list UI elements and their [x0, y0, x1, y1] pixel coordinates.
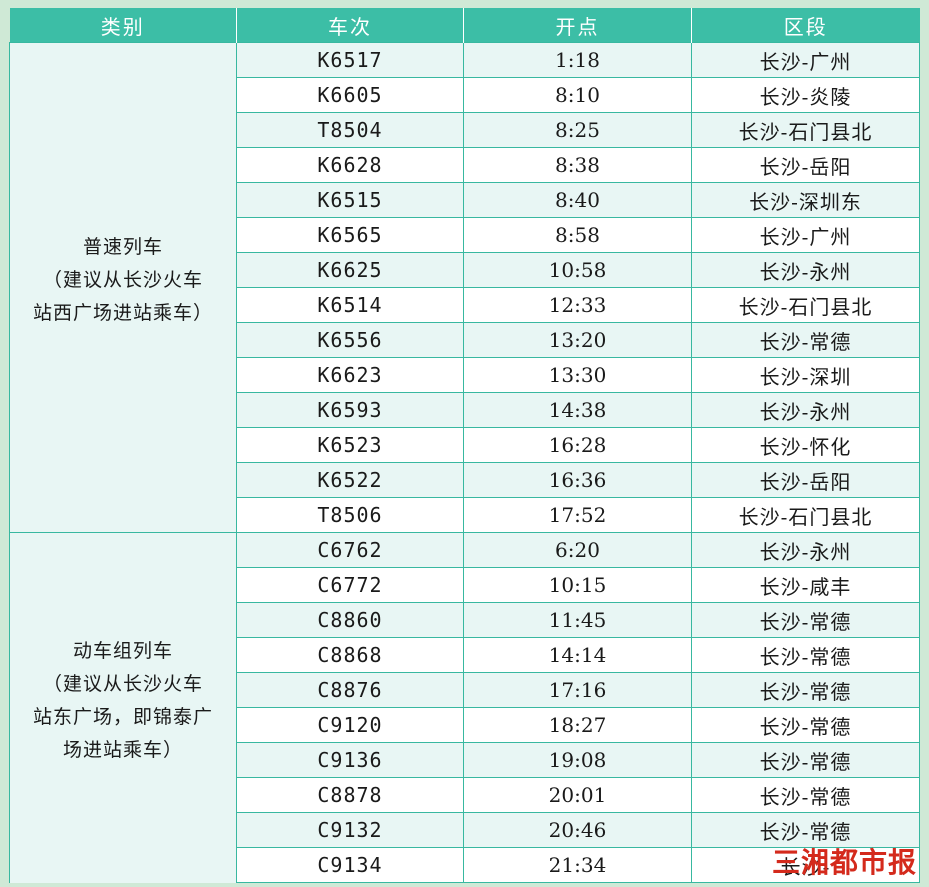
route-cell: 长沙-常德: [691, 707, 920, 743]
train-number-cell: C8868: [236, 637, 464, 673]
train-number-cell: T8504: [236, 112, 464, 148]
train-number-cell: C8876: [236, 672, 464, 708]
newspaper-watermark: 三湘都市报: [771, 846, 917, 879]
train-number-cell: C9132: [236, 812, 464, 848]
departure-time-cell: 8:40: [463, 182, 692, 218]
train-number-cell: K6514: [236, 287, 464, 323]
route-cell: 长沙-石门县北: [691, 497, 920, 533]
departure-time-cell: 10:58: [463, 252, 692, 288]
train-number-cell: K6625: [236, 252, 464, 288]
departure-time-cell: 12:33: [463, 287, 692, 323]
route-cell: 长沙-石门县北: [691, 287, 920, 323]
departure-time-cell: 16:36: [463, 462, 692, 498]
table-row: 普速列车 （建议从长沙火车 站西广场进站乘车） K6517 1:18 长沙-广州: [9, 42, 920, 533]
departure-time-cell: 16:28: [463, 427, 692, 463]
route-cell: 长沙-怀化: [691, 427, 920, 463]
header-train-number: 车次: [236, 8, 464, 43]
category-cell: 动车组列车 （建议从长沙火车 站东广场，即锦泰广 场进站乘车）: [9, 532, 237, 883]
train-number-cell: K6565: [236, 217, 464, 253]
departure-time-cell: 6:20: [463, 532, 692, 568]
category-line: 普速列车: [82, 236, 163, 258]
route-cell: 长沙-广州: [691, 217, 920, 253]
category-line: 站东广场，即锦泰广: [32, 705, 213, 728]
header-route: 区段: [691, 8, 920, 43]
departure-time-cell: 11:45: [463, 602, 692, 638]
route-cell: 长沙-炎陵: [691, 77, 920, 113]
departure-time-cell: 18:27: [463, 707, 692, 743]
departure-time-cell: 19:08: [463, 742, 692, 778]
route-cell: 长沙-岳阳: [691, 462, 920, 498]
departure-time-cell: 8:10: [463, 77, 692, 113]
train-number-cell: K6605: [236, 77, 464, 113]
table-body: 普速列车 （建议从长沙火车 站西广场进站乘车） K6517 1:18 长沙-广州 K6605…: [9, 42, 920, 883]
table-row: 动车组列车 （建议从长沙火车 站东广场，即锦泰广 场进站乘车） C6762 6:20 长沙-…: [9, 532, 920, 883]
route-cell: 长沙-深圳: [691, 357, 920, 393]
route-cell: 长沙-常德: [691, 637, 920, 673]
departure-time-cell: 13:20: [463, 322, 692, 358]
train-number-cell: C6762: [236, 532, 464, 568]
departure-time-cell: 21:34: [463, 847, 692, 883]
header-row: 类别 车次 开点 区段: [9, 8, 920, 43]
departure-time-cell: 14:14: [463, 637, 692, 673]
train-number-cell: C8878: [236, 777, 464, 813]
train-number-cell: K6515: [236, 182, 464, 218]
category-line: 场进站乘车）: [62, 738, 183, 761]
route-cell: 长沙-广州: [691, 42, 920, 78]
category-line: 站西广场进站乘车）: [32, 302, 213, 324]
departure-time-cell: 14:38: [463, 392, 692, 428]
route-cell: 长沙-常德: [691, 777, 920, 813]
departure-time-cell: 8:25: [463, 112, 692, 148]
departure-time-cell: 8:58: [463, 217, 692, 253]
departure-time-cell: 17:16: [463, 672, 692, 708]
train-number-cell: K6522: [236, 462, 464, 498]
route-cell: 长沙-咸丰: [691, 567, 920, 603]
route-cell: 长沙-永州: [691, 532, 920, 568]
category-line: （建议从长沙火车: [42, 672, 203, 695]
route-cell: 长沙-深圳东: [691, 182, 920, 218]
train-number-cell: T8506: [236, 497, 464, 533]
route-cell: 长沙-常德: [691, 742, 920, 778]
train-number-cell: C8860: [236, 602, 464, 638]
departure-time-cell: 17:52: [463, 497, 692, 533]
train-schedule-table: 类别 车次 开点 区段 普速列车 （建议从长沙火车 站西广场进站乘车） K6517 1:…: [9, 8, 920, 883]
category-line: （建议从长沙火车: [42, 269, 203, 291]
route-cell: 长沙-岳阳: [691, 147, 920, 183]
departure-time-cell: 8:38: [463, 147, 692, 183]
train-number-cell: C9136: [236, 742, 464, 778]
departure-time-cell: 10:15: [463, 567, 692, 603]
route-cell: 长沙-永州: [691, 252, 920, 288]
departure-time-cell: 20:46: [463, 812, 692, 848]
train-number-cell: K6623: [236, 357, 464, 393]
departure-time-cell: 20:01: [463, 777, 692, 813]
header-category: 类别: [9, 8, 237, 43]
train-number-cell: C9134: [236, 847, 464, 883]
category-cell: 普速列车 （建议从长沙火车 站西广场进站乘车）: [9, 42, 237, 533]
departure-time-cell: 1:18: [463, 42, 692, 78]
train-number-cell: K6628: [236, 147, 464, 183]
header-departure-time: 开点: [463, 8, 692, 43]
route-cell: 长沙-常德: [691, 322, 920, 358]
train-number-cell: K6556: [236, 322, 464, 358]
train-number-cell: C6772: [236, 567, 464, 603]
table-header: 类别 车次 开点 区段: [9, 8, 920, 43]
train-number-cell: K6523: [236, 427, 464, 463]
train-number-cell: K6593: [236, 392, 464, 428]
route-cell: 长沙-永州: [691, 392, 920, 428]
route-cell: 长沙-常德: [691, 602, 920, 638]
departure-time-cell: 13:30: [463, 357, 692, 393]
train-number-cell: C9120: [236, 707, 464, 743]
route-cell: 长沙-石门县北: [691, 112, 920, 148]
train-number-cell: K6517: [236, 42, 464, 78]
route-cell: 长沙-常德: [691, 672, 920, 708]
category-line: 动车组列车: [72, 639, 173, 662]
